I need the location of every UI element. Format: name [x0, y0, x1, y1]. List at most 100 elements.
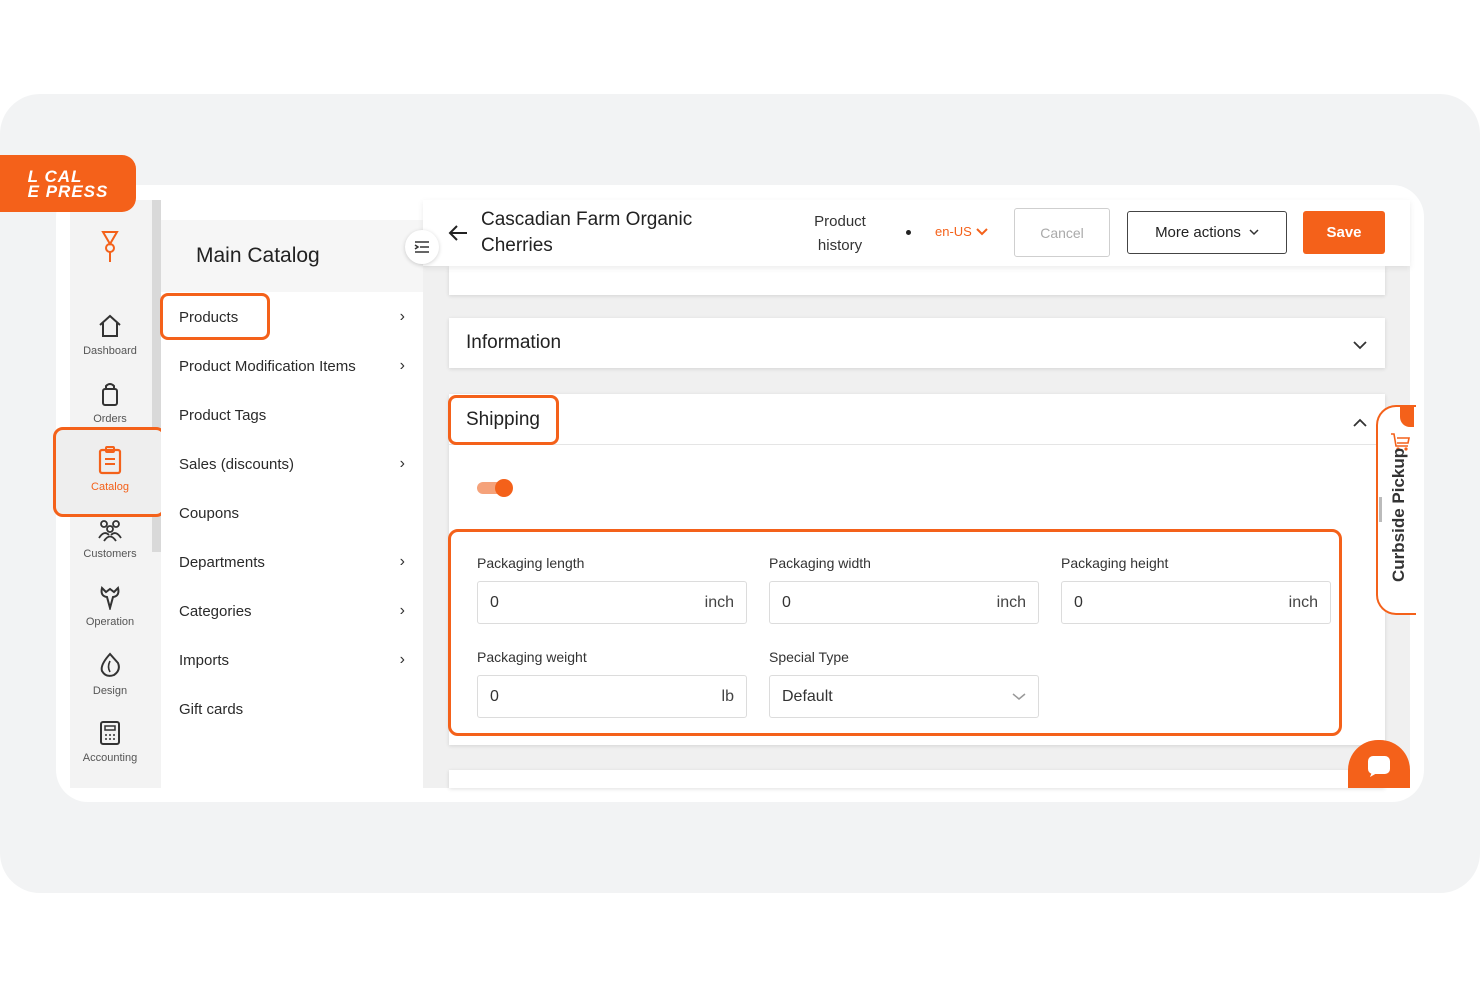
- arrow-left-icon: [448, 225, 467, 241]
- catalog-title: Main Catalog: [196, 244, 320, 267]
- curbside-pickup-label: Curbside Pickup: [1389, 447, 1408, 582]
- menu-item-departments[interactable]: Departments ›: [179, 550, 409, 574]
- locale-selector[interactable]: en-US: [935, 224, 988, 239]
- rail-label: Orders: [93, 413, 127, 425]
- field-unit: inch: [704, 593, 734, 611]
- menu-item-gift-cards[interactable]: Gift cards: [179, 697, 409, 721]
- packaging-height-input[interactable]: 0 inch: [1061, 581, 1331, 624]
- menu-label: Product Modification Items: [179, 357, 356, 375]
- menu-item-products[interactable]: Products ›: [179, 305, 409, 329]
- chevron-right-icon: ›: [399, 455, 405, 472]
- packaging-width-label: Packaging width: [769, 555, 871, 571]
- rail-label: Accounting: [82, 752, 138, 764]
- wrench-icon: [100, 586, 120, 610]
- menu-label: Gift cards: [179, 700, 244, 718]
- select-value: Default: [782, 687, 833, 705]
- field-value: 0: [782, 593, 791, 611]
- special-type-label: Special Type: [769, 649, 849, 665]
- separator-dot: [906, 230, 911, 235]
- packaging-height-label: Packaging height: [1061, 555, 1169, 571]
- menu-item-product-modification-items[interactable]: Product Modification Items ›: [179, 354, 409, 378]
- chevron-right-icon: ›: [399, 651, 405, 668]
- rail-label: Operation: [85, 616, 135, 628]
- information-section[interactable]: [449, 318, 1385, 368]
- chat-icon: [1368, 756, 1390, 777]
- collapse-menu-button[interactable]: [405, 230, 439, 264]
- menu-label: Categories: [179, 602, 252, 620]
- more-actions-label: More actions: [1155, 224, 1241, 241]
- shipping-toggle[interactable]: [477, 479, 513, 497]
- local-express-logo[interactable]: L CAL E PRESS: [0, 155, 136, 212]
- field-unit: lb: [721, 687, 734, 705]
- cancel-button[interactable]: Cancel: [1014, 208, 1110, 257]
- chevron-down-icon: [1012, 692, 1026, 700]
- chevron-down-icon[interactable]: [1353, 341, 1367, 350]
- bag-icon: [102, 383, 118, 406]
- locale-label: en-US: [935, 224, 972, 239]
- rail-item-design[interactable]: Design: [70, 651, 150, 697]
- collapse-icon: [414, 241, 429, 253]
- field-value: 0: [490, 687, 499, 705]
- rail-item-catalog[interactable]: Catalog: [70, 445, 150, 493]
- menu-item-categories[interactable]: Categories ›: [179, 599, 409, 623]
- chevron-down-icon: [976, 227, 988, 235]
- packaging-width-input[interactable]: 0 inch: [769, 581, 1039, 624]
- menu-label: Sales (discounts): [179, 455, 295, 473]
- chevron-right-icon: ›: [399, 357, 405, 374]
- shipping-divider: [449, 444, 1385, 445]
- product-title: Cascadian Farm Organic Cherries: [481, 209, 693, 256]
- clipboard-icon: [98, 446, 122, 475]
- previous-section-panel: [449, 266, 1385, 295]
- packaging-weight-input[interactable]: 0 lb: [477, 675, 747, 718]
- history-line-1: Product: [814, 213, 866, 230]
- users-icon: [98, 520, 122, 542]
- menu-label: Products: [179, 308, 239, 326]
- rail-label: Customers: [83, 548, 137, 560]
- rail-item-operation[interactable]: Operation: [70, 584, 150, 628]
- back-button[interactable]: [447, 223, 469, 248]
- menu-label: Product Tags: [179, 406, 267, 424]
- chevron-right-icon: ›: [399, 308, 405, 325]
- calculator-icon: [100, 721, 120, 745]
- main-scrollbar[interactable]: [1379, 497, 1382, 522]
- packaging-length-input[interactable]: 0 inch: [477, 581, 747, 624]
- logo-text: L CAL E PRESS: [27, 168, 109, 201]
- home-icon: [99, 314, 121, 337]
- rail-item-accounting[interactable]: Accounting: [70, 720, 150, 764]
- tip-icon[interactable]: [70, 228, 150, 270]
- next-section-panel: [449, 770, 1385, 788]
- field-value: 0: [1074, 593, 1083, 611]
- field-value: 0: [490, 593, 499, 611]
- history-line-2: history: [817, 237, 863, 254]
- information-title: Information: [466, 332, 562, 353]
- rail-item-customers[interactable]: Customers: [70, 518, 150, 560]
- rail-label: Design: [92, 685, 128, 697]
- field-unit: inch: [996, 593, 1026, 611]
- menu-item-imports[interactable]: Imports ›: [179, 648, 409, 672]
- field-unit: inch: [1288, 593, 1318, 611]
- menu-item-coupons[interactable]: Coupons: [179, 501, 409, 525]
- toggle-knob: [495, 479, 513, 497]
- menu-item-product-tags[interactable]: Product Tags: [179, 403, 409, 427]
- special-type-select[interactable]: Default: [769, 675, 1039, 718]
- product-history-link[interactable]: Product history: [800, 210, 880, 258]
- curbside-corner: [1400, 405, 1414, 427]
- menu-label: Departments: [179, 553, 265, 571]
- logo-line-2: E PRESS: [27, 181, 109, 201]
- shipping-title: Shipping: [466, 409, 540, 430]
- more-actions-button[interactable]: More actions: [1127, 211, 1287, 254]
- rail-item-dashboard[interactable]: Dashboard: [70, 313, 150, 357]
- rail-label: Dashboard: [83, 345, 137, 357]
- rail-label: Catalog: [91, 481, 129, 493]
- chevron-down-icon: [1249, 229, 1259, 236]
- chevron-right-icon: ›: [399, 553, 405, 570]
- menu-label: Coupons: [179, 504, 240, 522]
- save-button[interactable]: Save: [1303, 211, 1385, 254]
- menu-label: Imports: [179, 651, 230, 669]
- packaging-weight-label: Packaging weight: [477, 649, 587, 665]
- chevron-up-icon[interactable]: [1353, 418, 1367, 427]
- packaging-length-label: Packaging length: [477, 555, 585, 571]
- rail-item-orders[interactable]: Orders: [70, 381, 150, 425]
- menu-item-sales[interactable]: Sales (discounts) ›: [179, 452, 409, 476]
- drop-icon: [100, 652, 120, 677]
